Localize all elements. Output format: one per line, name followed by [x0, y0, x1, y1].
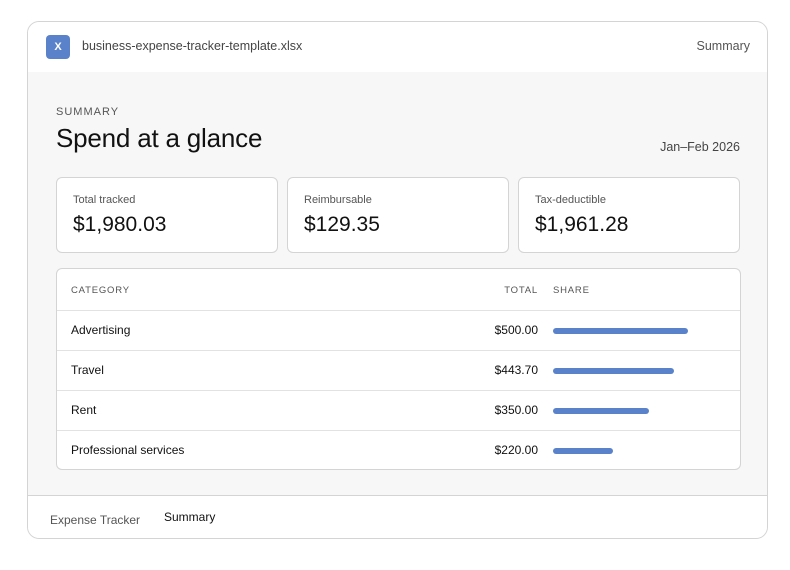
sheet-tab-bar: Expense Tracker Summary: [28, 495, 767, 538]
spreadsheet-window: X business-expense-tracker-template.xlsx…: [27, 21, 768, 539]
category-cell: Rent: [71, 403, 97, 417]
file-name: business-expense-tracker-template.xlsx: [82, 39, 303, 53]
card-label: Total tracked: [73, 194, 136, 206]
date-range: Jan–Feb 2026: [660, 140, 740, 154]
tab-expense-tracker[interactable]: Expense Tracker: [50, 513, 140, 527]
share-bar-fill: [553, 328, 688, 334]
tab-label: Expense Tracker: [50, 513, 141, 527]
table-header: CATEGORY TOTAL SHARE: [57, 269, 740, 311]
card-value: $129.35: [304, 213, 380, 236]
card-label: Tax-deductible: [535, 194, 606, 206]
summary-sheet: SUMMARY Spend at a glance Jan–Feb 2026 T…: [28, 72, 767, 498]
category-cell: Professional services: [71, 443, 185, 457]
share-bar: [553, 328, 723, 334]
table-row[interactable]: Travel $443.70: [57, 350, 740, 391]
total-tracked-card: Total tracked $1,980.03: [56, 177, 278, 253]
tab-label: Summary: [164, 510, 216, 524]
share-bar: [553, 408, 723, 414]
total-cell: $443.70: [494, 363, 538, 377]
share-bar-fill: [553, 448, 613, 454]
table-row[interactable]: Advertising $500.00: [57, 310, 740, 351]
column-header-share: SHARE: [553, 285, 590, 296]
tax-deductible-card: Tax-deductible $1,961.28: [518, 177, 740, 253]
total-cell: $500.00: [494, 323, 538, 337]
current-sheet-label: Summary: [696, 39, 750, 53]
total-cell: $220.00: [494, 443, 538, 457]
share-bar-fill: [553, 368, 674, 374]
title-bar: X business-expense-tracker-template.xlsx…: [28, 22, 767, 73]
section-eyebrow: SUMMARY: [56, 106, 120, 118]
total-cell: $350.00: [494, 403, 538, 417]
column-header-total: TOTAL: [504, 285, 538, 296]
table-row[interactable]: Professional services $220.00: [57, 430, 740, 469]
card-label: Reimbursable: [304, 194, 372, 206]
tab-summary[interactable]: Summary: [164, 510, 215, 524]
page-title: Spend at a glance: [56, 123, 263, 153]
category-cell: Travel: [71, 363, 104, 377]
excel-file-icon: X: [46, 35, 70, 59]
card-value: $1,980.03: [73, 213, 167, 236]
share-bar: [553, 448, 723, 454]
share-bar-fill: [553, 408, 649, 414]
share-bar: [553, 368, 723, 374]
category-table: CATEGORY TOTAL SHARE Advertising $500.00…: [56, 268, 741, 470]
card-value: $1,961.28: [535, 213, 629, 236]
table-row[interactable]: Rent $350.00: [57, 390, 740, 431]
column-header-category: CATEGORY: [71, 285, 130, 296]
reimbursable-card: Reimbursable $129.35: [287, 177, 509, 253]
category-cell: Advertising: [71, 323, 131, 337]
